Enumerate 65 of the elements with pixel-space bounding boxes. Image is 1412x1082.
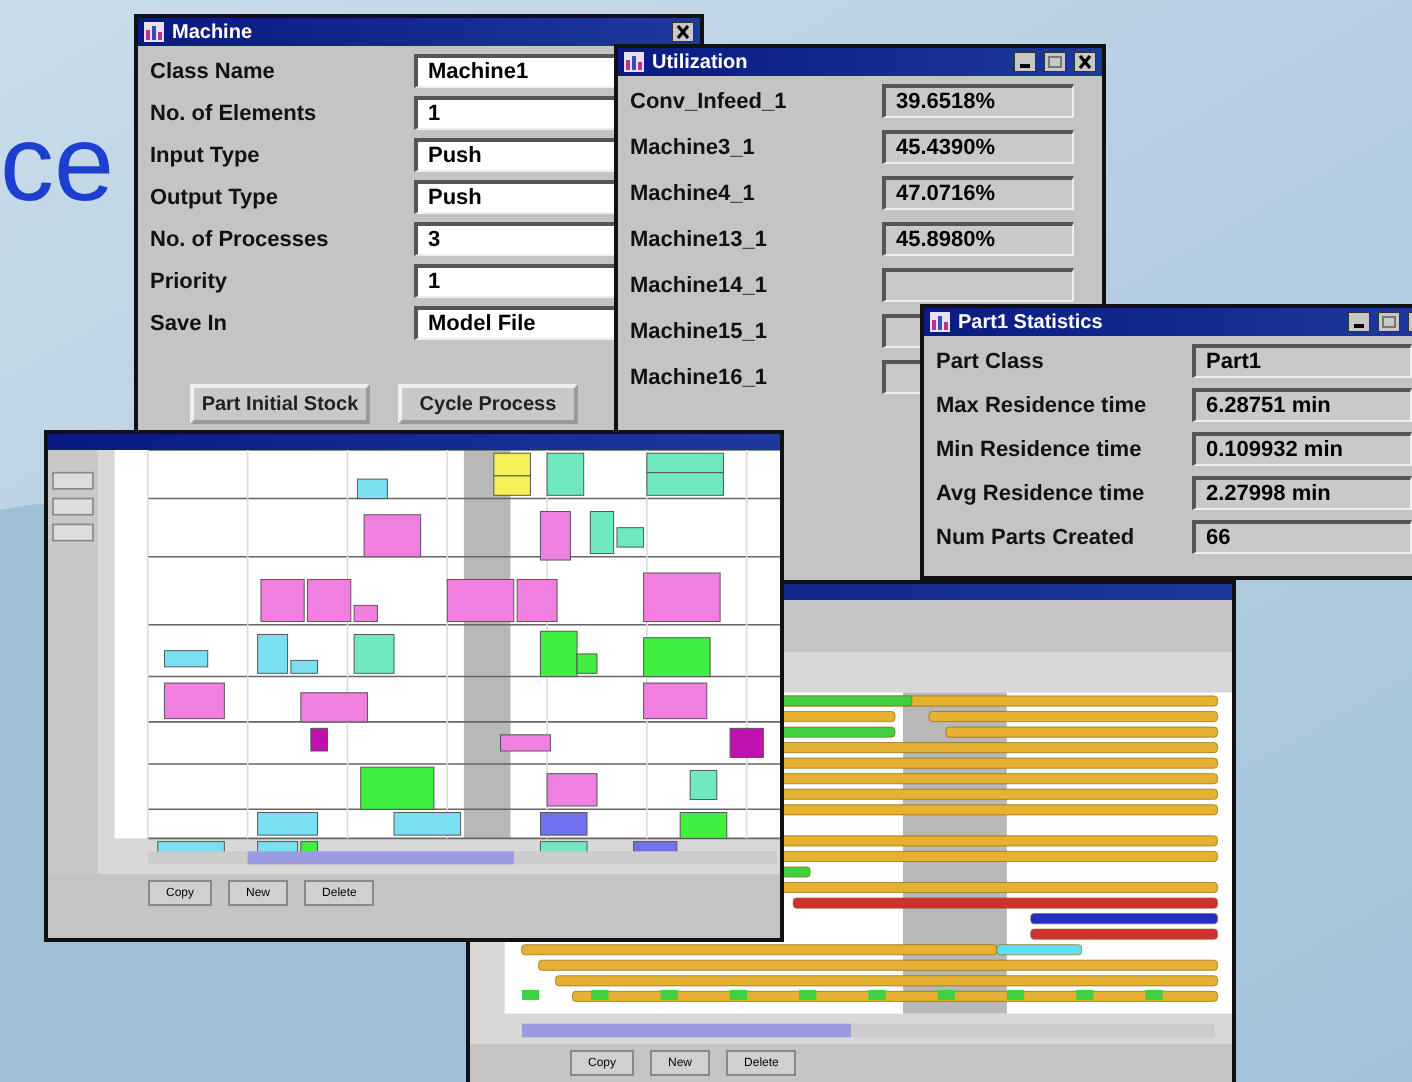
schedule-block (546, 773, 598, 807)
dialog-button[interactable]: Part Initial Stock (190, 384, 370, 424)
schedule-block (300, 692, 368, 723)
field-label: No. of Processes (150, 227, 331, 251)
schedule-block (729, 727, 764, 758)
side-panel-button[interactable] (52, 523, 94, 542)
schedule-block (679, 812, 728, 839)
statistic-label: Avg Residence time (936, 481, 1147, 505)
schedule-block (163, 682, 225, 720)
statistic-field: 0.109932 min (1192, 432, 1412, 466)
app-icon (624, 52, 644, 72)
schedule-block (546, 452, 585, 496)
scrollbar[interactable] (147, 851, 777, 865)
utilization-field: 47.0716% (882, 176, 1074, 210)
statistic-field: 2.27998 min (1192, 476, 1412, 510)
field-label: Priority (150, 269, 230, 293)
schedule-block (539, 812, 588, 836)
dialog-button[interactable]: Cycle Process (398, 384, 578, 424)
minimize-icon[interactable] (1348, 312, 1370, 332)
utilization-field: 39.6518% (882, 84, 1074, 118)
statistic-field: 66 (1192, 520, 1412, 554)
statistic-label: Num Parts Created (936, 525, 1137, 549)
schedule-block (257, 812, 318, 836)
statistic-field: 6.28751 min (1192, 388, 1412, 422)
app-icon (144, 22, 164, 42)
gantt-bar (521, 989, 540, 1001)
schedule-block (643, 637, 711, 678)
schedule-block (539, 511, 571, 561)
close-icon[interactable] (1074, 52, 1096, 72)
statistic-label: Part Class (936, 349, 1046, 373)
schedule-block (643, 682, 708, 720)
minimize-icon[interactable] (1014, 52, 1036, 72)
side-panel-button[interactable] (52, 471, 94, 490)
schedule-block (643, 572, 721, 623)
maximize-icon[interactable] (1044, 52, 1066, 72)
schedule-block (310, 727, 328, 752)
schedule-block (500, 734, 551, 752)
schedule-block (493, 475, 531, 496)
statistic-field: Part1 (1192, 344, 1412, 378)
schedule-block (646, 472, 724, 496)
schedule-block (260, 579, 305, 623)
schedule-block (689, 769, 718, 801)
field-label: Class Name (150, 59, 277, 83)
close-icon[interactable] (672, 22, 694, 42)
utilization-field: 45.4390% (882, 130, 1074, 164)
utilization-field: 45.8980% (882, 222, 1074, 256)
machine-label: Machine16_1 (630, 365, 769, 389)
slide-title: ce (0, 102, 115, 228)
statistic-label: Min Residence time (936, 437, 1144, 461)
maximize-icon[interactable] (1378, 312, 1400, 332)
schedule-block (163, 650, 209, 668)
field-label: Output Type (150, 185, 280, 209)
schedule-block (493, 452, 531, 477)
schedule-block (353, 634, 395, 674)
app-icon (930, 312, 950, 332)
field-label: Save In (150, 311, 230, 335)
schedule-block (363, 514, 422, 558)
schedule-block (356, 478, 388, 500)
field-label: No. of Elements (150, 101, 319, 125)
window-title: Part1 Statistics (958, 311, 1105, 333)
field-label: Input Type (150, 143, 262, 167)
window-title: Machine (172, 21, 255, 43)
statistic-label: Max Residence time (936, 393, 1149, 417)
schedule-block (646, 452, 724, 474)
side-panel-button[interactable] (52, 497, 94, 516)
